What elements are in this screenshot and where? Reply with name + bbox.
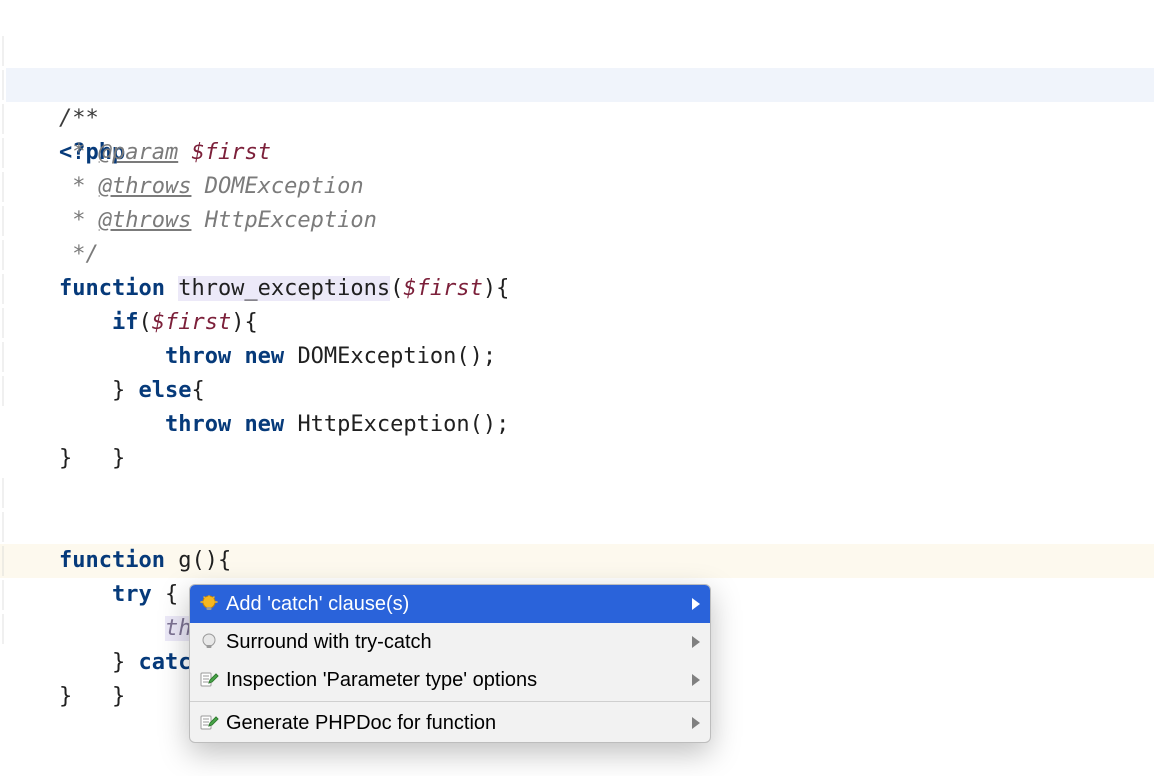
intention-label: Inspection 'Parameter type' options <box>220 669 682 692</box>
fold-guide <box>0 546 6 576</box>
keyword-throw: throw <box>165 344 231 369</box>
code-line[interactable]: function g(){ <box>0 476 1154 510</box>
function-name-g: g <box>178 548 191 573</box>
popup-separator <box>190 701 710 702</box>
fold-guide <box>0 512 6 542</box>
intention-inspection-options[interactable]: Inspection 'Parameter type' options <box>190 661 710 699</box>
pencil-icon <box>198 712 220 734</box>
keyword-try: try <box>112 582 152 607</box>
pencil-icon <box>198 669 220 691</box>
code-line[interactable]: /** <box>0 34 1154 68</box>
fold-guide <box>0 580 6 610</box>
fold-guide <box>0 274 6 304</box>
intention-label: Surround with try-catch <box>220 631 682 654</box>
fold-guide <box>0 206 6 236</box>
lightbulb-icon <box>198 593 220 615</box>
keyword-new: new <box>244 344 284 369</box>
brace-close: } <box>59 684 72 709</box>
intention-actions-popup[interactable]: Add 'catch' clause(s) Surround with try-… <box>189 584 711 743</box>
intention-surround-try-catch[interactable]: Surround with try-catch <box>190 623 710 661</box>
fold-guide <box>0 240 6 270</box>
doc-throws-tag: @throws <box>99 208 192 233</box>
fold-guide <box>0 138 6 168</box>
code-line[interactable]: try { <box>0 510 1154 544</box>
keyword-else: else <box>138 378 191 403</box>
code-line[interactable]: * @throws DOMException <box>0 102 1154 136</box>
code-line[interactable]: if($first){ <box>0 238 1154 272</box>
chevron-right-icon <box>692 598 700 610</box>
chevron-right-icon <box>692 674 700 686</box>
intention-label: Generate PHPDoc for function <box>220 712 682 735</box>
fold-guide <box>0 342 6 372</box>
docblock-open: /** <box>59 106 99 131</box>
fold-guide <box>0 478 6 508</box>
fold-guide <box>0 172 6 202</box>
docblock-star: * <box>59 140 99 165</box>
intention-generate-phpdoc[interactable]: Generate PHPDoc for function <box>190 704 710 742</box>
keyword-if: if <box>112 310 139 335</box>
brace-close: } <box>59 446 72 471</box>
code-line[interactable] <box>0 442 1154 476</box>
doc-throws-tag: @throws <box>99 174 192 199</box>
class-domexception: DOMException(); <box>297 344 496 369</box>
param-var: $first <box>403 276 482 301</box>
doc-throws-type: DOMException <box>205 174 364 199</box>
chevron-right-icon <box>692 717 700 729</box>
function-name: throw_exceptions <box>178 276 390 301</box>
code-editor[interactable]: <?php /** * @param $first * @throws DOME… <box>0 0 1154 776</box>
fold-guide <box>0 614 6 644</box>
docblock-close: */ <box>59 242 99 267</box>
intention-label: Add 'catch' clause(s) <box>220 593 682 616</box>
lightbulb-icon <box>198 631 220 653</box>
doc-throws-type: HttpException <box>205 208 377 233</box>
class-httpexception: HttpException(); <box>297 412 509 437</box>
chevron-right-icon <box>692 636 700 648</box>
fold-guide <box>0 36 6 66</box>
fold-guide <box>0 104 6 134</box>
doc-param-var: $first <box>191 140 270 165</box>
fold-guide <box>0 70 6 100</box>
fold-guide <box>0 376 6 406</box>
doc-param-tag: @param <box>99 140 178 165</box>
fold-guide <box>0 308 6 338</box>
code-line[interactable]: <?php <box>0 0 1154 34</box>
intention-add-catch-clause[interactable]: Add 'catch' clause(s) <box>190 585 710 623</box>
keyword-function: function <box>59 276 165 301</box>
